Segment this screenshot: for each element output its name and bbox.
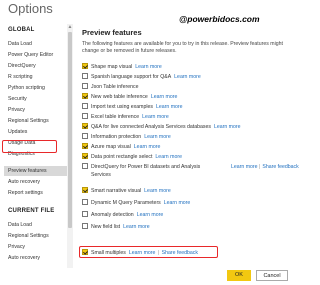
cancel-button[interactable]: Cancel: [256, 270, 288, 281]
sidebar-item-power-query-editor[interactable]: Power Query Editor: [4, 50, 67, 60]
learn-more-link[interactable]: Learn more: [164, 200, 191, 206]
feature-label: Excel table inference: [91, 114, 140, 120]
feature-row: Import text using examples Learn more: [82, 102, 183, 112]
checkbox-unchecked-icon[interactable]: [82, 210, 88, 217]
feature-row: Smart narrative visual Learn more: [82, 186, 171, 196]
sidebar-item-directquery[interactable]: DirectQuery: [4, 61, 67, 71]
feature-row: Excel table inference Learn more: [82, 112, 169, 122]
page-title: Preview features: [82, 28, 142, 37]
feature-label: Import text using examples: [91, 104, 153, 110]
checkbox-unchecked-icon[interactable]: [82, 132, 88, 139]
sidebar-item-report-settings[interactable]: Report settings: [4, 188, 67, 198]
feature-row: Information protection Learn more: [82, 132, 171, 142]
checkbox-checked-icon[interactable]: [82, 92, 88, 99]
feature-label-continued: Services: [91, 172, 111, 178]
learn-more-link[interactable]: Learn more: [144, 188, 171, 194]
feature-label: New field list: [91, 224, 121, 230]
learn-more-link[interactable]: Learn more: [156, 104, 183, 110]
sidebar-item-security[interactable]: Security: [4, 94, 67, 104]
checkbox-unchecked-icon[interactable]: [82, 222, 88, 229]
checkbox-unchecked-icon[interactable]: [82, 112, 88, 119]
feature-label: New web table inference: [91, 94, 148, 100]
feature-label: Q&A for live connected Analysis Services…: [91, 124, 211, 130]
feature-label: Smart narrative visual: [91, 188, 142, 194]
current-file-heading: CURRENT FILE: [8, 208, 55, 214]
feature-label: Azure map visual: [91, 144, 131, 150]
feature-label: Shape map visual: [91, 64, 133, 70]
feature-row: Q&A for live connected Analysis Services…: [82, 122, 240, 132]
checkbox-unchecked-icon[interactable]: [82, 162, 88, 169]
feature-row: Shape map visual Learn more: [82, 62, 162, 72]
sidebar-item-python-scripting[interactable]: Python scripting: [4, 83, 67, 93]
checkbox-unchecked-icon[interactable]: [82, 198, 88, 205]
ok-button[interactable]: OK: [227, 270, 251, 281]
learn-more-link[interactable]: Learn more: [144, 134, 171, 140]
checkbox-checked-icon[interactable]: [82, 142, 88, 149]
checkbox-checked-icon[interactable]: [82, 62, 88, 69]
watermark: @powerbidocs.com: [179, 14, 260, 24]
scroll-up-icon[interactable]: ▲: [67, 24, 73, 30]
sidebar-item-data-load[interactable]: Data Load: [4, 39, 67, 49]
learn-more-link[interactable]: Learn more: [151, 94, 178, 100]
sidebar-item-regional-settings[interactable]: Regional Settings: [4, 116, 67, 126]
feature-label: Information protection: [91, 134, 142, 140]
learn-more-link[interactable]: Learn more: [174, 74, 201, 80]
sidebar-scroll-thumb[interactable]: [68, 32, 72, 228]
feature-label: Dynamic M Query Parameters: [91, 200, 161, 206]
sidebar-item-current-data-load[interactable]: Data Load: [4, 220, 67, 230]
checkbox-unchecked-icon[interactable]: [82, 82, 88, 89]
sidebar-item-current-auto-recovery[interactable]: Auto recovery: [4, 253, 67, 263]
feature-row: Spanish language support for Q&A Learn mo…: [82, 72, 201, 82]
feature-row: Dynamic M Query Parameters Learn more: [82, 198, 190, 208]
learn-more-link[interactable]: Learn more: [214, 124, 241, 130]
checkbox-checked-icon[interactable]: [82, 122, 88, 129]
learn-more-link[interactable]: Learn more: [123, 224, 150, 230]
learn-more-link[interactable]: Learn more: [137, 212, 164, 218]
learn-more-link[interactable]: Learn more: [134, 144, 161, 150]
sidebar-item-current-regional-settings[interactable]: Regional Settings: [4, 231, 67, 241]
feature-label: Data point rectangle select: [91, 154, 153, 160]
global-heading: GLOBAL: [8, 27, 35, 33]
feature-row: New field list Learn more: [82, 222, 150, 232]
feature-row: Json Table inference: [82, 82, 139, 92]
feature-row: Azure map visual Learn more: [82, 142, 160, 152]
feature-label: Anomaly detection: [91, 212, 134, 218]
sidebar-item-privacy[interactable]: Privacy: [4, 105, 67, 115]
sidebar-item-current-privacy[interactable]: Privacy: [4, 242, 67, 252]
learn-more-link[interactable]: Learn more: [155, 154, 182, 160]
preview-features-highlight: [2, 140, 57, 153]
sidebar-item-r-scripting[interactable]: R scripting: [4, 72, 67, 82]
share-feedback-link[interactable]: | Share feedback: [258, 162, 299, 172]
checkbox-checked-icon[interactable]: [82, 186, 88, 193]
sidebar-item-updates[interactable]: Updates: [4, 127, 67, 137]
sidebar-item-auto-recovery[interactable]: Auto recovery: [4, 177, 67, 187]
checkbox-checked-icon[interactable]: [82, 152, 88, 159]
checkbox-unchecked-icon[interactable]: [82, 102, 88, 109]
learn-more-link[interactable]: Learn more: [135, 64, 162, 70]
feature-row: New web table inference Learn more: [82, 92, 177, 102]
feature-row: Anomaly detection Learn more: [82, 210, 163, 220]
small-multiples-highlight: [79, 246, 218, 258]
sidebar-item-preview-features[interactable]: Preview features: [4, 166, 67, 176]
checkbox-unchecked-icon[interactable]: [82, 72, 88, 79]
page-description: The following features are available for…: [82, 41, 283, 54]
feature-row: Data point rectangle select Learn more: [82, 152, 182, 162]
learn-more-link[interactable]: Learn more: [231, 162, 258, 172]
feature-label: Spanish language support for Q&A: [91, 74, 172, 80]
window-title: Options: [8, 1, 53, 16]
feature-label: Json Table inference: [91, 84, 139, 90]
learn-more-link[interactable]: Learn more: [142, 114, 169, 120]
